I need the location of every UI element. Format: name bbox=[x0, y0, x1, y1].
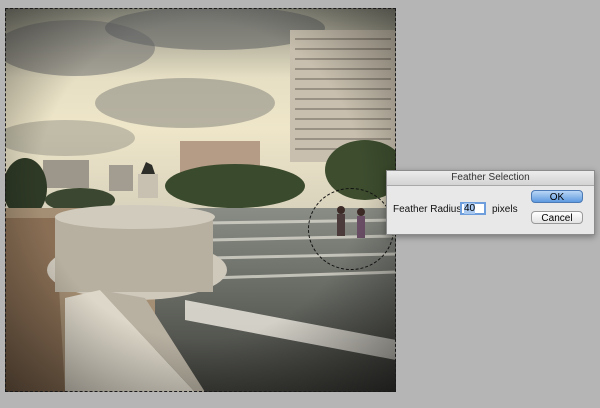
cancel-button[interactable]: Cancel bbox=[531, 211, 583, 224]
feather-radius-value: 40 bbox=[464, 203, 476, 214]
feather-radius-input[interactable]: 40 bbox=[460, 202, 486, 215]
dialog-title: Feather Selection bbox=[387, 171, 594, 186]
dialog-body: Feather Radius: 40 pixels OK Cancel bbox=[387, 186, 594, 234]
feather-radius-label: Feather Radius: bbox=[393, 204, 465, 215]
ok-button[interactable]: OK bbox=[531, 190, 583, 203]
unit-label: pixels bbox=[492, 204, 518, 215]
feather-selection-dialog: Feather Selection Feather Radius: 40 pix… bbox=[386, 170, 595, 235]
photo-image[interactable] bbox=[5, 8, 396, 392]
